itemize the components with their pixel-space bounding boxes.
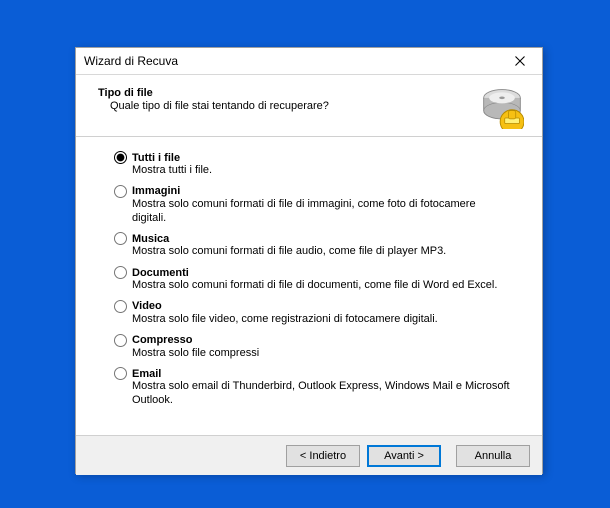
option-label: Compresso xyxy=(132,334,193,346)
option-row[interactable]: Immagini xyxy=(114,185,512,198)
radio-video[interactable] xyxy=(114,300,127,313)
option-label: Video xyxy=(132,300,162,312)
option-label: Email xyxy=(132,368,161,380)
option-desc: Mostra tutti i file. xyxy=(114,164,512,178)
option-label: Immagini xyxy=(132,185,180,197)
radio-images[interactable] xyxy=(114,185,127,198)
option-desc: Mostra solo comuni formati di file di im… xyxy=(114,198,512,226)
option-desc: Mostra solo comuni formati di file di do… xyxy=(114,279,512,293)
radio-music[interactable] xyxy=(114,232,127,245)
button-bar: < Indietro Avanti > Annulla xyxy=(76,435,542,475)
radio-documents[interactable] xyxy=(114,266,127,279)
radio-email[interactable] xyxy=(114,367,127,380)
back-button[interactable]: < Indietro xyxy=(286,445,360,467)
option-row[interactable]: Video xyxy=(114,300,512,313)
option-desc: Mostra solo file compressi xyxy=(114,347,512,361)
page-subheading: Quale tipo di file stai tentando di recu… xyxy=(98,100,329,112)
next-button[interactable]: Avanti > xyxy=(367,445,441,467)
cancel-button[interactable]: Annulla xyxy=(456,445,530,467)
option-desc: Mostra solo file video, come registrazio… xyxy=(114,313,512,327)
option-row[interactable]: Musica xyxy=(114,232,512,245)
close-button[interactable] xyxy=(500,50,540,72)
option-row[interactable]: Tutti i file xyxy=(114,151,512,164)
option-row[interactable]: Documenti xyxy=(114,266,512,279)
option-desc: Mostra solo comuni formati di file audio… xyxy=(114,245,512,259)
option-music: Musica Mostra solo comuni formati di fil… xyxy=(114,232,512,259)
titlebar: Wizard di Recuva xyxy=(76,48,542,75)
option-images: Immagini Mostra solo comuni formati di f… xyxy=(114,185,512,226)
window-title: Wizard di Recuva xyxy=(84,54,178,68)
option-all-files: Tutti i file Mostra tutti i file. xyxy=(114,151,512,178)
option-row[interactable]: Compresso xyxy=(114,334,512,347)
harddrive-icon xyxy=(480,85,524,129)
option-row[interactable]: Email xyxy=(114,367,512,380)
option-desc: Mostra solo email di Thunderbird, Outloo… xyxy=(114,380,512,408)
close-icon xyxy=(515,56,525,66)
option-video: Video Mostra solo file video, come regis… xyxy=(114,300,512,327)
options-panel: Tutti i file Mostra tutti i file. Immagi… xyxy=(76,137,542,435)
option-documents: Documenti Mostra solo comuni formati di … xyxy=(114,266,512,293)
wizard-dialog: Wizard di Recuva Tipo di file Quale tipo… xyxy=(75,47,543,474)
page-heading: Tipo di file xyxy=(98,87,329,99)
wizard-header: Tipo di file Quale tipo di file stai ten… xyxy=(76,75,542,137)
option-label: Tutti i file xyxy=(132,152,180,164)
option-compressed: Compresso Mostra solo file compressi xyxy=(114,334,512,361)
option-email: Email Mostra solo email di Thunderbird, … xyxy=(114,367,512,408)
option-label: Documenti xyxy=(132,267,189,279)
radio-compressed[interactable] xyxy=(114,334,127,347)
header-text: Tipo di file Quale tipo di file stai ten… xyxy=(98,85,329,112)
radio-all-files[interactable] xyxy=(114,151,127,164)
option-label: Musica xyxy=(132,233,169,245)
